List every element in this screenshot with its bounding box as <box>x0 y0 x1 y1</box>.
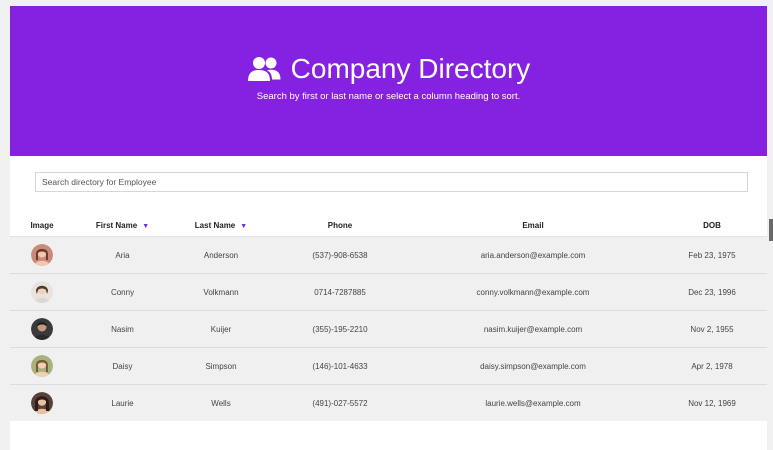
first-name-cell: Nasim <box>74 310 171 348</box>
table-body: Aria Anderson (537)-908-6538 aria.anders… <box>10 236 767 421</box>
phone-cell: 0714-7287885 <box>271 273 409 311</box>
column-header-phone: Phone <box>271 214 409 237</box>
column-header-label: Image <box>30 220 54 230</box>
page-title: Company Directory <box>290 53 531 84</box>
last-name-cell: Simpson <box>171 347 271 385</box>
email-cell: laurie.wells@example.com <box>409 384 657 421</box>
avatar <box>31 355 53 377</box>
table-row: Nasim Kuijer (355)-195-2210 nasim.kuijer… <box>10 310 767 348</box>
email-cell: daisy.simpson@example.com <box>409 347 657 385</box>
window-edge-marker <box>769 219 773 241</box>
table-header: Image First Name ▼ Last Name ▼ Phone Email… <box>10 214 767 237</box>
column-header-label: Last Name <box>194 220 236 230</box>
users-icon <box>247 56 281 82</box>
page-subtitle: Search by first or last name or select a… <box>256 91 521 102</box>
column-header-label: Email <box>522 220 544 230</box>
search-input[interactable] <box>35 172 748 192</box>
first-name-cell: Daisy <box>74 347 171 385</box>
email-cell: aria.anderson@example.com <box>480 250 586 260</box>
triangle-down-icon[interactable]: ▼ <box>240 223 247 230</box>
dob-cell: Nov 2, 1955 <box>657 310 767 348</box>
phone-cell: (537)-908-6538 <box>312 250 368 260</box>
avatar <box>31 244 53 266</box>
email-cell: nasim.kuijer@example.com <box>409 310 657 348</box>
email-cell: conny.volkmann@example.com <box>409 273 657 311</box>
table-row: Laurie Wells (491)-027-5572 laurie.wells… <box>10 384 767 421</box>
first-name-cell: Laurie <box>74 384 171 421</box>
column-header-dob: DOB <box>657 214 767 237</box>
triangle-down-icon[interactable]: ▼ <box>142 223 149 230</box>
page-container: Company Directory Search by first or las… <box>10 6 767 450</box>
column-header-label: Phone <box>327 220 353 230</box>
column-header-label: First Name <box>95 220 138 230</box>
last-name-cell: Wells <box>171 384 271 421</box>
search-container <box>35 172 748 192</box>
table-row: Conny Volkmann 0714-7287885 conny.volkma… <box>10 273 767 311</box>
phone-cell: (491)-027-5572 <box>271 384 409 421</box>
column-header-image: Image <box>10 214 74 237</box>
dob-cell: Dec 23, 1996 <box>657 273 767 311</box>
table-row: Daisy Simpson (146)-101-4633 daisy.simps… <box>10 347 767 385</box>
header-title-row: Company Directory <box>10 52 767 86</box>
employee-table: Image First Name ▼ Last Name ▼ Phone Email… <box>10 214 767 421</box>
phone-cell: (355)-195-2210 <box>271 310 409 348</box>
page-header: Company Directory Search by first or las… <box>10 6 767 156</box>
last-name-cell: Kuijer <box>171 310 271 348</box>
dob-cell: Nov 12, 1969 <box>657 384 767 421</box>
avatar <box>31 392 53 414</box>
avatar <box>31 281 53 303</box>
dob-cell: Feb 23, 1975 <box>688 250 736 260</box>
column-header-first-name[interactable]: First Name ▼ <box>74 214 171 237</box>
last-name-cell: Anderson <box>203 250 239 260</box>
first-name-cell: Conny <box>74 273 171 311</box>
column-header-last-name[interactable]: Last Name ▼ <box>171 214 271 237</box>
dob-cell: Apr 2, 1978 <box>657 347 767 385</box>
column-header-label: DOB <box>703 220 721 230</box>
column-header-email: Email <box>409 214 657 237</box>
last-name-cell: Volkmann <box>171 273 271 311</box>
table-row: Aria Anderson (537)-908-6538 aria.anders… <box>10 236 767 274</box>
avatar <box>31 318 53 340</box>
first-name-cell: Aria <box>115 250 130 260</box>
phone-cell: (146)-101-4633 <box>271 347 409 385</box>
